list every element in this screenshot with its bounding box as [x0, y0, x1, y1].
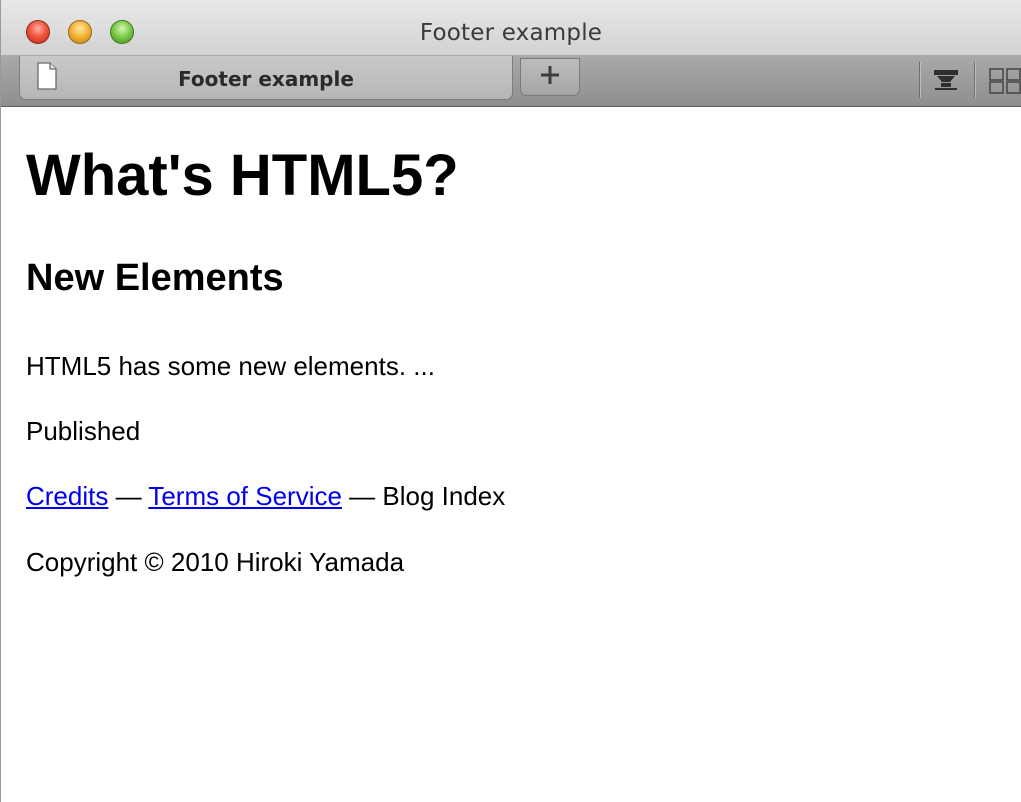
title-bar: Footer example: [1, 0, 1021, 56]
published-text: Published: [26, 416, 141, 446]
footer-separator: —: [341, 481, 383, 511]
grid-icon[interactable]: [989, 68, 1021, 94]
reader-icon[interactable]: [933, 69, 959, 91]
copyright-text: Copyright © 2010 Hiroki Yamada: [26, 547, 405, 577]
tab-bar: Footer example: [1, 56, 1021, 107]
blog-index-text: Blog Index: [382, 481, 506, 511]
toolbar-separator: [974, 62, 975, 98]
section-heading: New Elements: [26, 257, 284, 299]
window-title: Footer example: [419, 20, 603, 46]
footer-links: Credits — Terms of Service — Blog Index: [26, 483, 505, 509]
terms-of-service-link[interactable]: Terms of Service: [148, 481, 342, 511]
tab-footer-example[interactable]: Footer example: [19, 56, 513, 100]
credits-link[interactable]: Credits: [26, 481, 108, 511]
toolbar-separator: [919, 62, 920, 98]
footer-separator: —: [108, 481, 149, 511]
page-title: What's HTML5?: [26, 143, 459, 208]
new-tab-button[interactable]: [520, 58, 580, 96]
page-icon: [37, 62, 57, 90]
browser-window: Footer example Footer example What's HTM…: [0, 0, 1021, 802]
plus-icon: [541, 66, 559, 84]
page-content: What's HTML5? New Elements HTML5 has som…: [1, 107, 1021, 802]
body-paragraph: HTML5 has some new elements. ...: [26, 351, 435, 381]
tab-label: Footer example: [178, 67, 354, 91]
